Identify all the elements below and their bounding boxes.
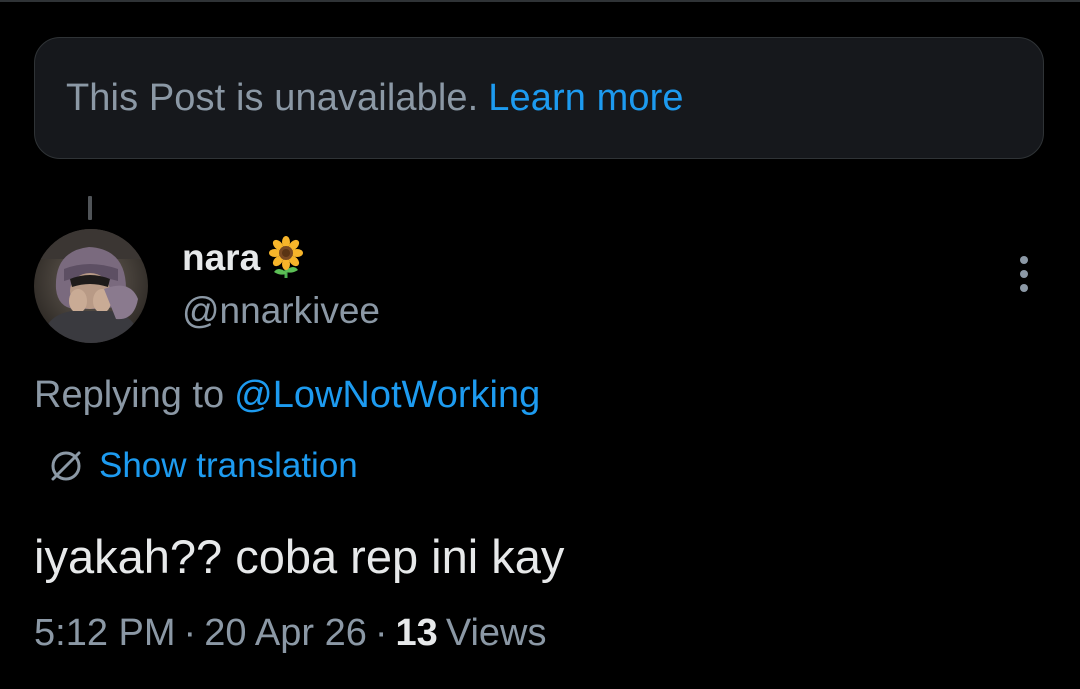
translate-globe-icon [46,446,86,486]
show-translation-button[interactable]: Show translation [46,446,358,486]
post-metadata: 5:12 PM · 20 Apr 26 · 13 Views [34,612,547,655]
author-name-row[interactable]: nara [182,236,306,280]
sunflower-icon [266,236,306,280]
post-time[interactable]: 5:12 PM [34,612,176,655]
top-divider [0,0,1080,2]
unavailable-message: This Post is unavailable. [66,76,479,119]
display-name: nara [182,237,261,278]
meta-separator: · [374,612,388,654]
avatar[interactable] [34,229,148,343]
avatar-photo-icon [34,229,148,343]
meta-separator: · [183,612,197,654]
more-vertical-icon [1020,256,1028,292]
learn-more-link[interactable]: Learn more [488,77,683,120]
unavailable-post-card: This Post is unavailable. Learn more [34,37,1044,159]
show-translation-label: Show translation [99,446,358,485]
more-options-button[interactable] [1004,250,1044,298]
author-handle[interactable]: @nnarkivee [182,290,380,332]
views-count: 13 [395,612,438,654]
replying-to-label: Replying to [34,374,225,416]
views-label: Views [445,612,547,654]
reply-context: Replying to @LowNotWorking [34,374,540,417]
replying-to-handle-link[interactable]: @LowNotWorking [234,374,540,416]
post-body-text: iyakah?? coba rep ini kay [34,530,565,583]
thread-connector-line [88,196,92,220]
post-date[interactable]: 20 Apr 26 [204,612,367,655]
